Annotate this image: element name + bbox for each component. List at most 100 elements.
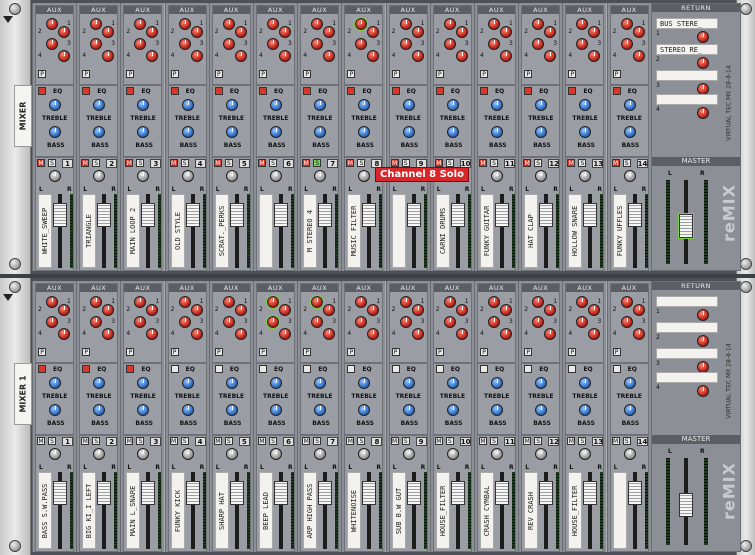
mute-button[interactable]: M [302,437,311,445]
bass-knob[interactable] [181,404,194,416]
channel-name-tape[interactable]: BEEP LEAD [259,472,273,549]
bass-knob[interactable] [579,126,592,138]
solo-button[interactable]: S [534,437,543,445]
channel-name-tape[interactable] [391,194,406,268]
pan-knob[interactable] [623,170,636,182]
aux-send-4-knob[interactable] [323,50,336,62]
aux-send-4-knob[interactable] [102,328,115,340]
solo-button[interactable]: S [357,437,366,445]
channel-fader[interactable] [185,202,200,227]
aux-send-4-knob[interactable] [632,50,645,62]
channel-name-tape[interactable]: FUNKY UFFLES [612,194,627,268]
aux-send-1-knob[interactable] [354,17,369,31]
pre-fader-button[interactable]: P [612,70,621,78]
return-name-tape[interactable]: BUS STERE_ [656,18,718,29]
solo-button[interactable]: S [313,437,322,445]
bass-knob[interactable] [358,404,371,416]
pan-knob[interactable] [181,448,194,460]
master-fader[interactable] [678,212,694,239]
mute-button[interactable]: M [434,159,443,167]
aux-send-2-knob[interactable] [234,26,247,38]
treble-knob[interactable] [225,377,238,389]
pre-fader-button[interactable]: P [170,348,179,356]
mute-button[interactable]: M [125,159,134,167]
aux-send-2-knob[interactable] [500,26,512,38]
solo-button[interactable]: S [48,437,56,445]
pre-fader-button[interactable]: P [170,70,179,78]
bass-knob[interactable] [402,404,415,416]
bass-knob[interactable] [535,404,548,416]
aux-send-3-knob[interactable] [178,316,191,328]
bass-knob[interactable] [314,404,327,416]
bass-knob[interactable] [225,404,238,416]
aux-send-2-knob[interactable] [146,304,159,316]
aux-send-3-knob[interactable] [620,38,633,50]
solo-button[interactable]: S [578,159,587,167]
channel-name-tape[interactable]: MAIN L_SNARE [126,472,141,549]
mute-button[interactable]: M [479,437,487,445]
aux-send-2-knob[interactable] [279,26,291,38]
aux-send-2-knob[interactable] [500,304,512,316]
pan-knob[interactable] [93,448,106,460]
device-menu-triangle-icon[interactable] [3,16,13,23]
pan-knob[interactable] [314,448,327,460]
pre-fader-button[interactable]: P [82,70,91,78]
return-level-knob[interactable] [697,309,709,321]
pan-knob[interactable] [225,448,238,460]
pan-knob[interactable] [358,448,371,460]
pre-fader-button[interactable]: P [303,70,312,78]
aux-send-2-knob[interactable] [588,26,601,38]
treble-knob[interactable] [446,377,459,389]
aux-send-2-knob[interactable] [632,26,645,38]
pan-knob[interactable] [579,170,592,182]
eq-enable-button[interactable] [480,365,488,373]
pre-fader-button[interactable]: P [38,348,46,356]
pre-fader-button[interactable]: P [347,70,356,78]
aux-send-3-knob[interactable] [311,316,324,328]
aux-send-2-knob[interactable] [102,304,115,316]
channel-name-tape[interactable]: HAT CLAP [524,194,539,268]
pre-fader-button[interactable]: P [126,70,135,78]
solo-button[interactable]: S [578,437,587,445]
aux-send-2-knob[interactable] [234,304,247,316]
treble-knob[interactable] [270,99,282,111]
aux-send-1-knob[interactable] [399,18,412,30]
bass-knob[interactable] [137,404,150,416]
aux-send-4-knob[interactable] [411,50,424,62]
channel-fader[interactable] [318,481,333,506]
mute-button[interactable]: M [37,437,45,445]
solo-button[interactable]: S [48,159,56,167]
pan-knob[interactable] [137,170,150,182]
channel-name-tape[interactable]: HOUSE_FILTER [568,472,583,549]
pre-fader-button[interactable]: P [391,70,400,78]
pan-knob[interactable] [491,170,503,182]
aux-send-1-knob[interactable] [134,18,147,30]
aux-send-3-knob[interactable] [311,38,324,50]
aux-send-4-knob[interactable] [146,328,159,340]
aux-send-2-knob[interactable] [588,304,601,316]
channel-fader[interactable] [53,481,67,506]
aux-send-4-knob[interactable] [190,328,203,340]
channel-fader[interactable] [450,481,465,506]
solo-button[interactable]: S [534,159,543,167]
aux-send-3-knob[interactable] [222,38,235,50]
aux-send-1-knob[interactable] [488,296,500,308]
treble-knob[interactable] [181,377,194,389]
return-level-knob[interactable] [697,107,709,119]
eq-enable-button[interactable] [126,87,135,95]
pre-fader-button[interactable]: P [524,348,533,356]
return-level-knob[interactable] [697,335,709,347]
treble-knob[interactable] [270,377,282,389]
pan-knob[interactable] [446,448,459,460]
eq-enable-button[interactable] [303,365,312,373]
pre-fader-button[interactable]: P [480,70,488,78]
solo-button[interactable]: S [622,437,631,445]
aux-send-4-knob[interactable] [500,50,512,62]
aux-send-1-knob[interactable] [178,18,191,30]
bass-knob[interactable] [491,404,503,416]
channel-fader[interactable] [362,481,377,506]
mute-button[interactable]: M [390,159,399,167]
channel-name-tape[interactable]: HOUSE_FILTER [435,472,450,549]
return-level-knob[interactable] [697,31,709,43]
aux-send-2-knob[interactable] [190,26,203,38]
